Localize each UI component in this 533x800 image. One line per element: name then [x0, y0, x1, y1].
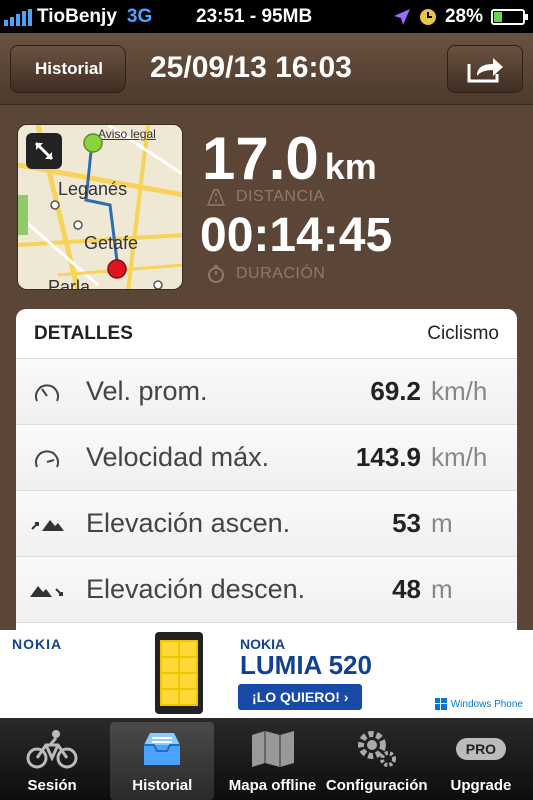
expand-map-button[interactable] — [26, 133, 62, 169]
battery-percent: 28% — [444, 6, 483, 27]
navigation-bar: Historial 25/09/13 16:03 — [0, 33, 533, 105]
detail-row-elevation-down: Elevación descen. 48 m — [16, 557, 517, 623]
detail-unit: m — [431, 574, 453, 604]
clock-label: 23:51 - 95MB — [196, 6, 313, 27]
detail-value: 48 — [392, 574, 421, 604]
map-icon — [251, 731, 294, 767]
detail-label: Elevación descen. — [86, 574, 306, 604]
road-icon — [206, 189, 226, 206]
detail-value: 69.2 — [370, 376, 421, 406]
details-header: DETALLES Ciclismo — [16, 309, 517, 359]
elevation-down-icon — [30, 585, 63, 597]
map-legal-link[interactable]: Aviso legal — [98, 127, 156, 141]
detail-row-avg-speed: Vel. prom. 69.2 km/h — [16, 359, 517, 425]
windows-phone-label: Windows Phone — [450, 698, 523, 710]
speedometer-icon — [35, 383, 59, 401]
route-end-marker-icon — [107, 259, 127, 279]
status-bar: TioBenjy 3G 23:51 - 95MB 28% — [0, 0, 533, 33]
windows-phone-logo: Windows Phone — [434, 698, 523, 710]
detail-row-max-speed: Velocidad máx. 143.9 km/h — [16, 425, 517, 491]
tab-upgrade[interactable]: PRO Upgrade — [429, 718, 533, 800]
location-arrow-icon — [393, 9, 410, 25]
detail-unit: km/h — [431, 442, 488, 472]
tab-historial[interactable]: Historial — [110, 722, 215, 800]
map-place-label: Getafe — [84, 233, 139, 253]
route-start-marker-icon — [83, 133, 103, 153]
ad-model-text: LUMIA 520 — [240, 650, 372, 680]
detail-label: Elevación ascen. — [86, 508, 291, 538]
phone-image — [155, 632, 203, 714]
map-place-label: Leganés — [58, 179, 128, 199]
ad-cta-button[interactable]: ¡LO QUIERO! › — [238, 684, 363, 710]
tab-label: Configuración — [325, 777, 428, 794]
distance-label: DISTANCIA — [236, 188, 325, 205]
details-title: DETALLES — [34, 322, 133, 344]
tab-configuracion[interactable]: Configuración — [325, 718, 429, 800]
tab-label: Sesión — [27, 777, 77, 794]
details-card: DETALLES Ciclismo Vel. prom. 69.2 km/h V… — [16, 309, 517, 639]
page-title: 25/09/13 16:03 — [150, 51, 352, 84]
signal-icon — [4, 8, 32, 26]
ad-brand-logo: NOKIA — [12, 636, 63, 652]
tab-label: Upgrade — [450, 777, 512, 794]
elevation-up-icon — [31, 519, 64, 531]
tab-sesion[interactable]: Sesión — [0, 718, 104, 800]
distance-value: 17.0 — [202, 125, 319, 192]
route-map-thumbnail[interactable]: Aviso legal Leganés Getafe Parla — [17, 124, 183, 290]
distance-value-group: 17.0 km — [202, 124, 377, 193]
map-place-label: Parla — [48, 277, 91, 290]
tab-label: Mapa offline — [228, 777, 317, 794]
inbox-icon — [144, 733, 181, 765]
duration-label-group: DURACIÓN — [206, 264, 325, 284]
battery-icon — [491, 9, 528, 25]
detail-row-elevation-up: Elevación ascen. 53 m — [16, 491, 517, 557]
duration-label: DURACIÓN — [236, 265, 326, 282]
gear-icon — [357, 731, 396, 767]
distance-label-group: DISTANCIA — [206, 188, 325, 206]
expand-icon — [34, 141, 54, 161]
back-button[interactable]: Historial — [10, 45, 126, 93]
detail-value: 143.9 — [355, 442, 421, 472]
tab-mapa-offline[interactable]: Mapa offline — [220, 718, 324, 800]
carrier-label: TioBenjy — [37, 6, 117, 27]
pro-icon: PRO — [455, 738, 507, 760]
tab-label: Historial — [132, 777, 193, 794]
stopwatch-icon — [208, 265, 224, 283]
duration-value: 00:14:45 — [200, 209, 393, 262]
share-button[interactable] — [447, 45, 523, 93]
network-label: 3G — [126, 6, 153, 27]
detail-value: 53 — [392, 508, 421, 538]
distance-unit: km — [324, 146, 377, 187]
speedometer-max-icon — [35, 449, 59, 467]
detail-unit: km/h — [431, 376, 488, 406]
bicycle-icon — [26, 730, 78, 769]
detail-unit: m — [431, 508, 453, 538]
detail-label: Vel. prom. — [86, 376, 208, 406]
windows-logo-icon — [434, 698, 447, 710]
detail-label: Velocidad máx. — [86, 442, 270, 472]
alarm-icon — [419, 9, 436, 25]
activity-type: Ciclismo — [427, 322, 499, 344]
share-icon — [467, 58, 503, 83]
back-button-label: Historial — [35, 59, 104, 78]
tab-bar: Sesión Historial Mapa offline Configurac… — [0, 718, 533, 800]
ad-banner[interactable]: NOKIA NOKIA LUMIA 520 ¡LO QUIERO! › Wind… — [0, 630, 533, 718]
